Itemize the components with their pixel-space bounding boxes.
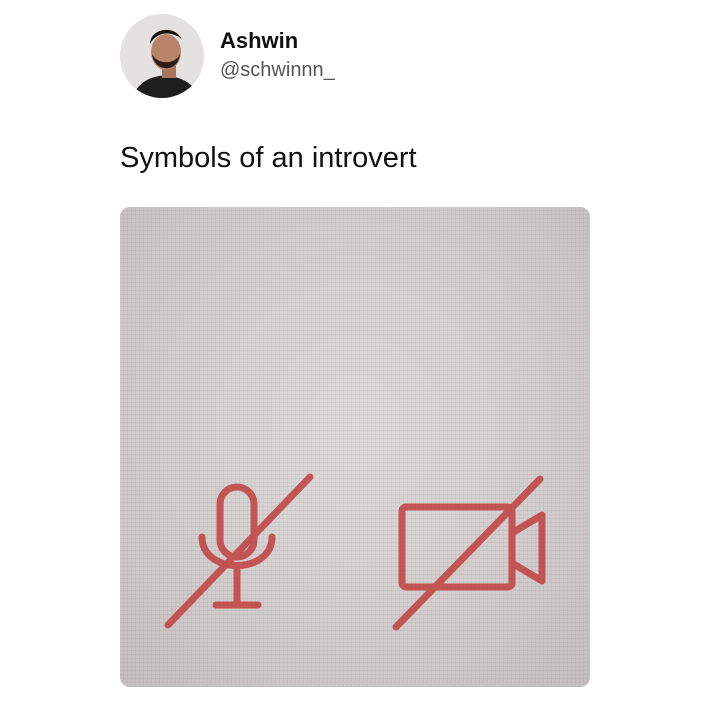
photo-canvas — [120, 207, 590, 687]
author-handle[interactable]: @schwinnn_ — [220, 58, 335, 82]
avatar[interactable] — [120, 14, 204, 98]
tweet-card: Ashwin @schwinnn_ Symbols of an introver… — [0, 0, 704, 704]
tweet-photo[interactable] — [120, 207, 590, 687]
avatar-portrait-icon — [120, 14, 204, 98]
author-name[interactable]: Ashwin — [220, 28, 298, 54]
tweet-text: Symbols of an introvert — [120, 142, 417, 174]
